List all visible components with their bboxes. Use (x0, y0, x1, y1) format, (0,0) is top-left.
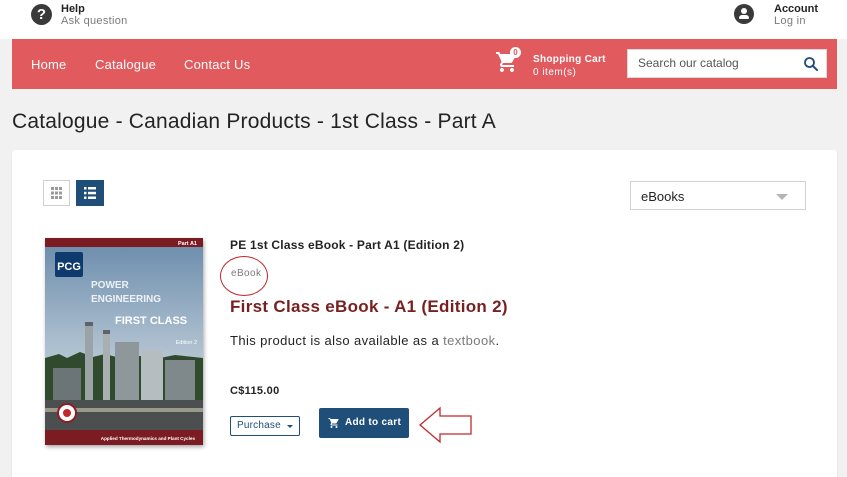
cover-line-2: ENGINEERING (91, 294, 161, 305)
nav-catalogue[interactable]: Catalogue (95, 57, 156, 72)
add-to-cart-button[interactable]: Add to cart (319, 408, 409, 438)
cart-badge: 0 (510, 47, 521, 58)
purchase-option-select[interactable]: Purchase (230, 416, 300, 436)
cart-button[interactable]: 0 (495, 47, 525, 78)
purchase-option-value: Purchase (237, 420, 281, 431)
help-link[interactable]: ? Help Ask question (31, 3, 128, 27)
account-text: Account Log in (774, 3, 818, 27)
category-select[interactable]: eBooks (630, 181, 806, 210)
product-type: eBook (231, 268, 262, 279)
help-text: Help Ask question (61, 3, 128, 27)
product-availability: This product is also available as a text… (230, 333, 499, 348)
cart-count: 0 item(s) (533, 67, 577, 78)
account-title: Account (774, 3, 818, 15)
product-panel: eBooks Part A1 PCG POWER ENGINEERING FIR… (12, 150, 837, 477)
account-link[interactable]: Account Log in (734, 3, 818, 27)
account-icon (734, 4, 754, 24)
help-title: Help (61, 3, 85, 15)
search-input[interactable] (638, 56, 798, 70)
cover-edition: Edition 2 (176, 340, 197, 346)
cover-logo: PCG (57, 261, 81, 273)
book-cover-art: Part A1 PCG POWER ENGINEERING FIRST CLAS… (45, 238, 203, 445)
list-view-button[interactable] (76, 180, 104, 206)
list-icon (84, 187, 96, 199)
account-login[interactable]: Log in (774, 15, 818, 27)
annotation-arrow-icon (418, 406, 472, 444)
grid-view-button[interactable] (43, 180, 70, 206)
product-price: C$115.00 (230, 385, 280, 397)
main-navbar: Home Catalogue Contact Us 0 Shopping Car… (12, 39, 837, 89)
search-box (627, 49, 827, 78)
cart-summary[interactable]: Shopping Cart 0 item(s) (533, 53, 606, 79)
cover-line-1: POWER (91, 280, 130, 291)
cover-corner-label: Part A1 (178, 241, 197, 247)
category-select-value: eBooks (641, 189, 685, 204)
search-button[interactable] (802, 55, 820, 73)
help-icon: ? (31, 4, 52, 25)
nav-contact-us[interactable]: Contact Us (184, 57, 250, 72)
product-title-link[interactable]: First Class eBook - A1 (Edition 2) (230, 297, 508, 317)
add-to-cart-label: Add to cart (345, 417, 402, 428)
search-icon (804, 57, 818, 71)
grid-icon (51, 187, 62, 199)
textbook-link[interactable]: textbook (443, 333, 495, 348)
availability-prefix: This product is also available as a (230, 333, 444, 348)
chevron-down-icon (776, 194, 788, 200)
cart-title: Shopping Cart (533, 54, 606, 65)
cart-icon (328, 418, 339, 428)
cover-line-3: FIRST CLASS (115, 315, 187, 327)
cover-footer: Applied Thermodynamics and Plant Cycles (101, 436, 196, 441)
caret-down-icon (287, 425, 293, 428)
nav-home[interactable]: Home (31, 57, 66, 72)
top-bar: ? Help Ask question Account Log in (0, 0, 847, 39)
help-subtitle: Ask question (61, 15, 128, 27)
availability-suffix: . (495, 333, 500, 348)
product-cover-image[interactable]: Part A1 PCG POWER ENGINEERING FIRST CLAS… (45, 238, 203, 445)
product-name-link[interactable]: PE 1st Class eBook - Part A1 (Edition 2) (230, 238, 464, 252)
page-title: Catalogue - Canadian Products - 1st Clas… (12, 110, 496, 133)
